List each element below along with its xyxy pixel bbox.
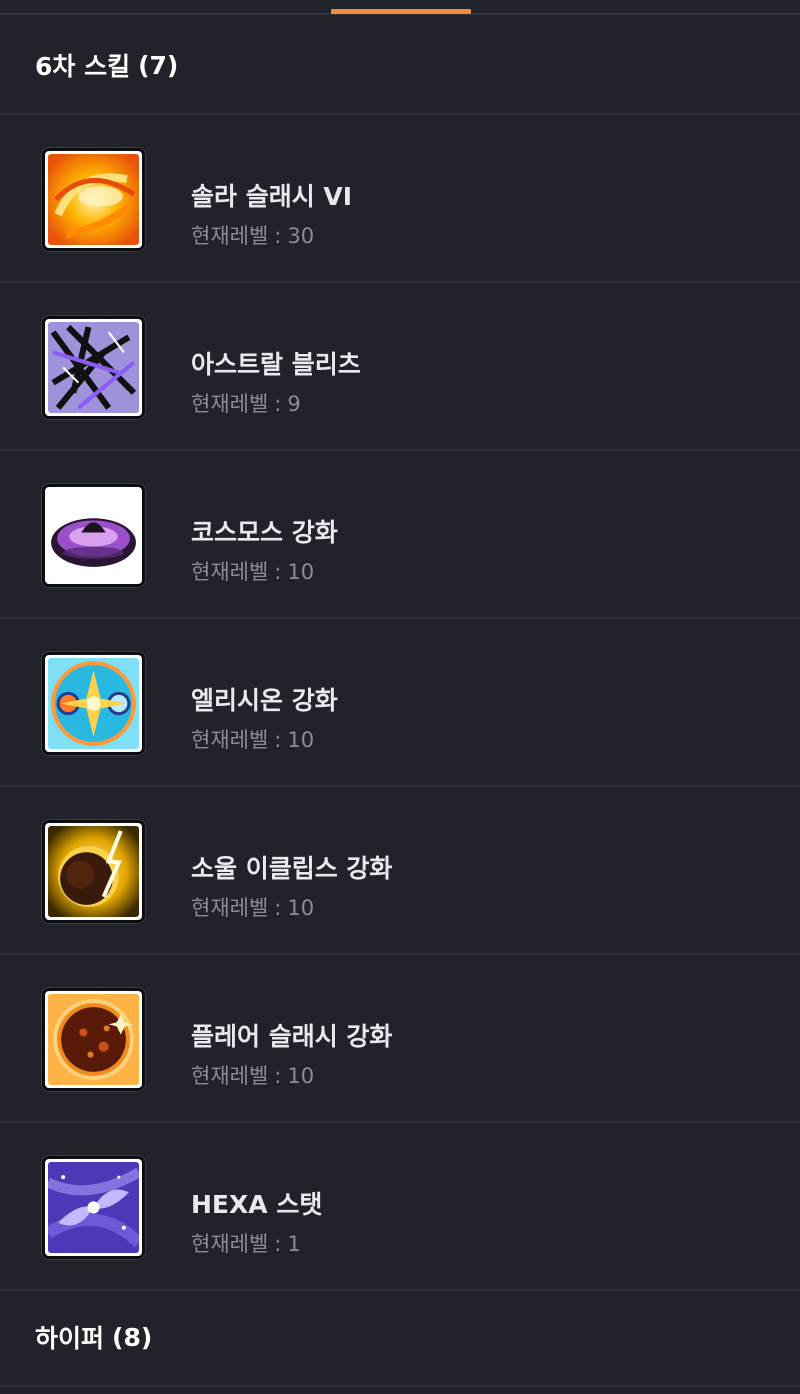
skill-name: 엘리시온 강화 (191, 686, 338, 715)
level-prefix: 현재레벨 (191, 224, 269, 248)
skill-level: 현재레벨:30 (191, 220, 314, 250)
section-header-hyper[interactable]: 하이퍼 (8) (0, 1289, 800, 1387)
soul-eclipse-icon (42, 820, 145, 923)
skill-level: 현재레벨:10 (191, 556, 314, 586)
elysion-icon (42, 652, 145, 755)
skill-level: 현재레벨:10 (191, 724, 314, 754)
section-count: (8) (112, 1322, 153, 1352)
skill-row[interactable]: 코스모스 강화 현재레벨:10 (0, 451, 800, 619)
section-title: 6차 스킬 (35, 52, 131, 81)
skill-level: 현재레벨:10 (191, 1060, 314, 1090)
level-separator: : (274, 392, 282, 416)
skill-name: 코스모스 강화 (191, 518, 338, 547)
active-tab-indicator (331, 9, 471, 14)
skill-name: 아스트랄 블리츠 (191, 350, 361, 379)
section-header-6th-skills[interactable]: 6차 스킬 (7) (0, 17, 800, 115)
skill-name: 플레어 슬래시 강화 (191, 1022, 393, 1051)
level-value: 10 (287, 560, 315, 584)
skill-name: HEXA 스탯 (191, 1190, 323, 1219)
skill-level: 현재레벨:9 (191, 388, 301, 418)
level-value: 9 (287, 392, 301, 416)
tab-strip (0, 0, 800, 15)
level-value: 10 (287, 896, 315, 920)
skill-level: 현재레벨:10 (191, 892, 314, 922)
cosmos-icon (42, 484, 145, 587)
level-separator: : (274, 728, 282, 752)
level-separator: : (274, 1064, 282, 1088)
level-value: 30 (287, 224, 315, 248)
skill-row[interactable]: 솔라 슬래시 VI 현재레벨:30 (0, 115, 800, 283)
level-separator: : (274, 1232, 282, 1256)
level-prefix: 현재레벨 (191, 1232, 269, 1256)
level-prefix: 현재레벨 (191, 896, 269, 920)
level-prefix: 현재레벨 (191, 560, 269, 584)
astral-blitz-icon (42, 316, 145, 419)
level-value: 10 (287, 728, 315, 752)
level-separator: : (274, 896, 282, 920)
solar-slash-icon (42, 148, 145, 251)
skill-row[interactable]: 엘리시온 강화 현재레벨:10 (0, 619, 800, 787)
level-prefix: 현재레벨 (191, 1064, 269, 1088)
skill-row[interactable]: HEXA 스탯 현재레벨:1 (0, 1123, 800, 1291)
skill-row[interactable]: 소울 이클립스 강화 현재레벨:10 (0, 787, 800, 955)
level-separator: : (274, 224, 282, 248)
skill-list-page: 6차 스킬 (7) 솔라 슬래시 VI 현재레벨:30 아스트랄 블리츠 현재레… (0, 0, 800, 1394)
hexa-stat-icon (42, 1156, 145, 1259)
level-prefix: 현재레벨 (191, 728, 269, 752)
skill-name: 소울 이클립스 강화 (191, 854, 393, 883)
skill-level: 현재레벨:1 (191, 1228, 301, 1258)
level-prefix: 현재레벨 (191, 392, 269, 416)
level-value: 10 (287, 1064, 315, 1088)
section-count: (7) (138, 50, 179, 80)
skill-row[interactable]: 플레어 슬래시 강화 현재레벨:10 (0, 955, 800, 1123)
section-title: 하이퍼 (35, 1324, 105, 1353)
skill-row[interactable]: 아스트랄 블리츠 현재레벨:9 (0, 283, 800, 451)
skill-name: 솔라 슬래시 VI (191, 182, 353, 211)
level-value: 1 (287, 1232, 301, 1256)
flare-slash-icon (42, 988, 145, 1091)
level-separator: : (274, 560, 282, 584)
